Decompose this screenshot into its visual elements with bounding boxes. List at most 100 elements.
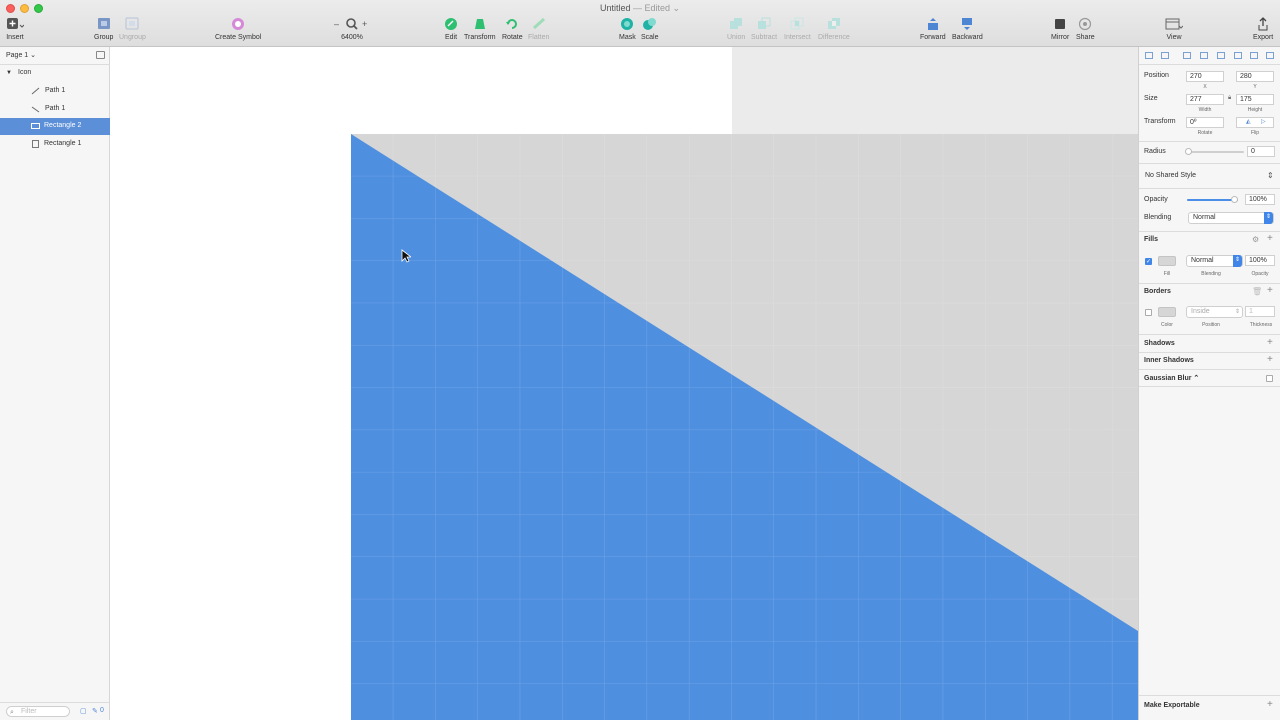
scale-button[interactable]: Scale [641,17,659,41]
blur-enabled-checkbox[interactable] [1266,375,1273,382]
divider [1139,352,1280,353]
align-middle-icon[interactable] [1217,52,1225,59]
subtract-button[interactable]: Subtract [751,17,777,41]
layer-item[interactable]: Rectangle 1 [0,136,110,153]
fill-blending-label: Blending [1201,271,1221,277]
alignment-toolbar [1139,47,1280,65]
opacity-field[interactable]: 100% [1245,194,1275,205]
blur-type-select[interactable]: Gaussian Blur ⌃ [1144,374,1199,382]
divider [1139,231,1280,232]
group-button[interactable]: Group [94,17,113,41]
ungroup-button[interactable]: Ungroup [119,17,146,41]
make-exportable-button[interactable]: + [1267,699,1273,710]
x-label: X [1203,84,1207,90]
canvas[interactable] [110,47,1138,720]
rotate-button[interactable]: Rotate [502,17,523,41]
divider [1139,141,1280,142]
divider [1139,369,1280,370]
border-position-select[interactable]: Inside ⇕ [1186,306,1243,318]
backward-button[interactable]: Backward [952,17,983,41]
toolbar: Untitled — Edited ⌄ Insert Group Ungroup… [0,0,1280,47]
filter-input[interactable]: ⌕ Filter [6,706,70,717]
position-x-field[interactable]: 270 [1186,71,1224,82]
disclosure-triangle-icon[interactable]: ▼ [6,70,12,76]
border-thickness-field[interactable]: 1 [1245,306,1275,317]
shared-style-select[interactable]: No Shared Style [1145,172,1196,179]
path-icon [31,87,40,97]
size-label: Size [1144,95,1158,102]
layer-item[interactable]: Path 1 [0,101,110,118]
lock-icon[interactable]: 🔒︎ [1228,95,1231,102]
inner-shadows-section-title: Inner Shadows [1144,357,1194,364]
zoom-control[interactable]: – + 6400% [334,17,370,41]
edit-icon[interactable]: ✎ [92,707,98,715]
insert-button[interactable]: Insert [6,17,25,41]
svg-text:–: – [334,19,339,29]
position-y-field[interactable]: 280 [1236,71,1274,82]
difference-button[interactable]: Difference [818,17,850,41]
fill-blending-select[interactable]: Normal ⇕ [1186,255,1243,267]
zoom-level: 6400% [341,34,363,41]
fill-color-swatch[interactable] [1158,256,1176,266]
flatten-button[interactable]: Flatten [528,17,549,41]
export-icon [1253,17,1273,31]
add-border-icon[interactable]: + [1267,285,1273,296]
distribute-vertical-icon[interactable] [1266,52,1274,59]
align-left-icon[interactable] [1145,52,1153,59]
radius-slider[interactable] [1188,151,1244,153]
blending-label: Blending [1144,214,1172,221]
flip-horizontal-icon[interactable]: ◭ [1246,118,1251,127]
view-button[interactable]: View [1165,17,1184,41]
page-selector[interactable]: Page 1 ⌄ [6,51,36,59]
align-center-icon[interactable] [1161,52,1169,59]
fills-section-title: Fills [1144,236,1159,243]
flip-buttons[interactable]: ◭ ▷ [1236,117,1274,128]
mirror-button[interactable]: Mirror [1051,17,1069,41]
selected-shape-area[interactable] [351,134,1138,720]
add-shadow-icon[interactable]: + [1267,337,1273,348]
radius-field[interactable]: 0 [1247,146,1275,157]
fill-opacity-field[interactable]: 100% [1245,255,1275,266]
shape-svg[interactable] [351,134,1138,720]
distribute-horizontal-icon[interactable] [1250,52,1258,59]
share-button[interactable]: Share [1076,17,1095,41]
mask-button[interactable]: Mask [619,17,636,41]
rotate-field[interactable]: 0º [1186,117,1224,128]
divider [1139,334,1280,335]
border-thickness-label: Thickness [1249,322,1273,328]
height-field[interactable]: 175 [1236,94,1274,105]
align-right-icon[interactable] [1183,52,1191,59]
border-color-swatch[interactable] [1158,307,1176,317]
forward-button[interactable]: Forward [920,17,946,41]
divider [1139,695,1280,696]
radius-slider-knob[interactable] [1185,148,1192,155]
flip-vertical-icon[interactable]: ▷ [1261,118,1266,127]
gear-icon[interactable]: ⚙︎ [1252,235,1259,244]
trash-icon[interactable]: 🗑︎ [1252,287,1262,296]
align-bottom-icon[interactable] [1234,52,1242,59]
width-field[interactable]: 277 [1186,94,1224,105]
add-page-button[interactable] [96,51,105,59]
layer-group-icon[interactable]: ▼ Icon [0,65,110,82]
layer-item[interactable]: Path 1 [0,83,110,100]
align-top-icon[interactable] [1200,52,1208,59]
blending-select[interactable]: Normal ⇕ [1188,212,1274,224]
borders-section-title: Borders [1144,288,1171,295]
union-button[interactable]: Union [727,17,745,41]
edit-button[interactable]: Edit [443,17,459,41]
transform-button[interactable]: Transform [464,17,496,41]
fill-enabled-checkbox[interactable]: ✓ [1145,258,1152,265]
opacity-slider-knob[interactable] [1231,196,1238,203]
create-symbol-button[interactable]: Create Symbol [215,17,261,41]
layer-filter-icon[interactable]: ▢ [80,707,87,715]
add-fill-icon[interactable]: + [1267,233,1273,244]
layer-item-selected[interactable]: Rectangle 2 [0,118,110,135]
make-exportable-label: Make Exportable [1144,702,1200,709]
svg-text:+: + [362,19,367,29]
export-button[interactable]: Export [1253,17,1273,41]
intersect-button[interactable]: Intersect [784,17,811,41]
border-enabled-checkbox[interactable] [1145,309,1152,316]
footer-count: 0 [100,707,104,714]
group-icon [94,17,113,31]
add-inner-shadow-icon[interactable]: + [1267,354,1273,365]
